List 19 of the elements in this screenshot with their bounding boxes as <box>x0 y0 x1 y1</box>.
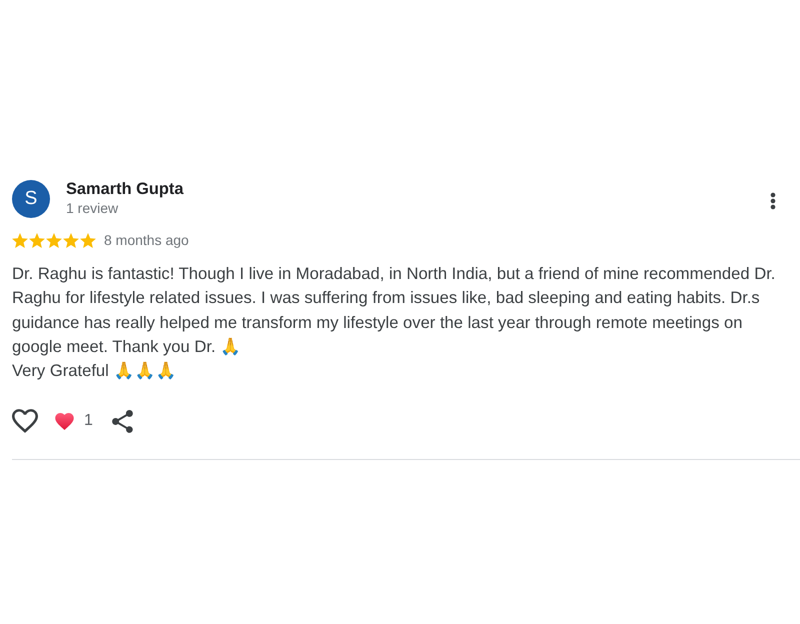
star-icon <box>46 232 62 248</box>
heart-icon <box>55 412 74 430</box>
star-icon <box>63 232 79 248</box>
star-icon <box>29 232 45 248</box>
review-count: 1 review <box>66 199 118 218</box>
review-date: 8 months ago <box>104 232 189 248</box>
star-icon <box>80 232 96 248</box>
star-icon <box>12 232 28 248</box>
reviewer-name[interactable]: Samarth Gupta <box>66 179 184 199</box>
review-text: Very Grateful 🙏🙏🙏 <box>12 360 178 382</box>
vertical-dots-icon <box>770 192 776 210</box>
review-text: Dr. Raghu is fantastic! Though I live in Moradabad, in North India, but a friend of mine recommended Dr. Raghu for lifestyle related issues. I was suffering from issues like, bad sleeping and eating habits. Dr.s guidance has really helped me transform my lifestyle over the last year through remote meetings on google meet. Thank you Dr. 🙏 <box>12 263 776 358</box>
reaction-count: 1 <box>84 412 93 430</box>
share-button[interactable] <box>112 410 133 433</box>
more-options-button[interactable] <box>770 192 776 210</box>
heart-outline-icon <box>12 409 38 434</box>
share-icon <box>112 410 133 433</box>
avatar[interactable]: S <box>12 180 50 218</box>
like-button[interactable] <box>12 409 38 434</box>
